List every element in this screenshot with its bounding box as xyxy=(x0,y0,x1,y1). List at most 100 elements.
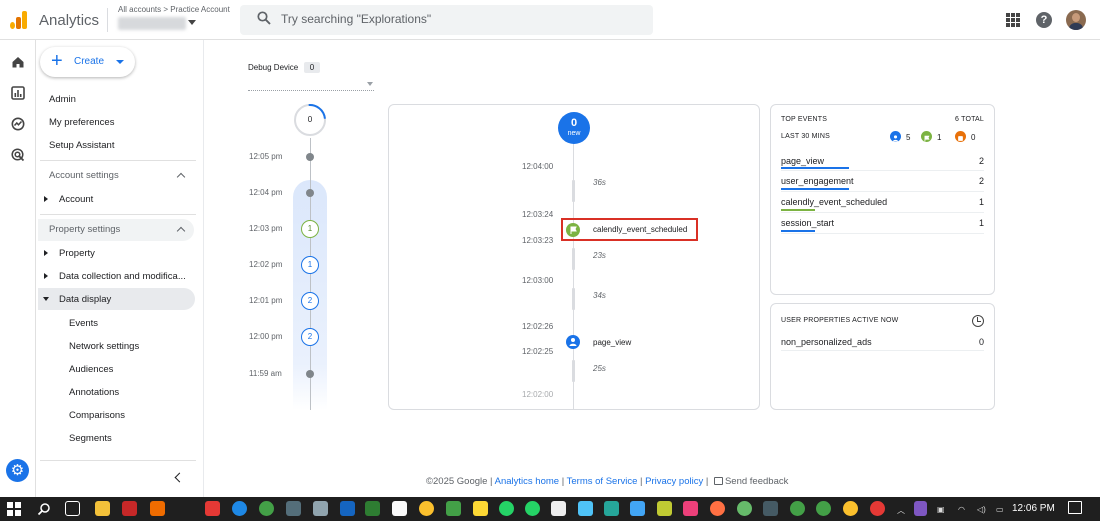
apps-grid-icon[interactable] xyxy=(1006,13,1020,27)
person-icon[interactable] xyxy=(566,335,580,349)
nav-segments[interactable]: Segments xyxy=(69,433,112,444)
nav-property[interactable]: Property xyxy=(59,248,95,259)
nav-admin[interactable]: Admin xyxy=(49,94,76,105)
feedback-icon[interactable] xyxy=(713,477,723,485)
app-icon[interactable] xyxy=(657,501,672,516)
firefox-icon[interactable] xyxy=(710,501,725,516)
chrome-icon[interactable] xyxy=(259,501,274,516)
nav-setup-assistant[interactable]: Setup Assistant xyxy=(49,140,114,151)
chrome-icon[interactable] xyxy=(870,501,885,516)
analytics-home-link[interactable]: Analytics home xyxy=(495,476,559,487)
volume-icon[interactable]: ◁) xyxy=(977,505,986,514)
minute-dot[interactable] xyxy=(306,189,314,197)
top-event-name[interactable]: page_view xyxy=(781,156,824,166)
notifications-icon[interactable] xyxy=(1068,501,1082,514)
account-breadcrumb[interactable]: All accounts > Practice Account xyxy=(118,5,230,14)
event-label[interactable]: page_view xyxy=(593,338,631,347)
nav-my-preferences[interactable]: My preferences xyxy=(49,117,114,128)
property-settings-header[interactable]: Property settings xyxy=(49,224,120,235)
minute-count-bubble[interactable]: 1 xyxy=(301,256,319,274)
app-icon[interactable] xyxy=(763,501,778,516)
chrome-icon[interactable] xyxy=(816,501,831,516)
search-input[interactable]: Try searching "Explorations" xyxy=(281,12,431,26)
app-icon[interactable] xyxy=(578,501,593,516)
expand-arrow-icon[interactable] xyxy=(44,273,48,279)
expand-arrow-icon[interactable] xyxy=(44,196,48,202)
app-icon[interactable] xyxy=(150,501,165,516)
pdf-app-icon[interactable] xyxy=(205,501,220,516)
explore-icon[interactable] xyxy=(11,117,25,131)
new-events-badge[interactable]: 0 new xyxy=(558,112,590,144)
edge-icon[interactable] xyxy=(232,501,247,516)
minute-dot[interactable] xyxy=(306,370,314,378)
chrome-icon[interactable] xyxy=(843,501,858,516)
sticky-notes-icon[interactable] xyxy=(473,501,488,516)
analytics-logo-icon[interactable] xyxy=(10,11,28,29)
dropdown-caret-icon[interactable] xyxy=(367,82,373,86)
windows-start-icon[interactable] xyxy=(7,502,21,516)
nav-data-collection[interactable]: Data collection and modifica... xyxy=(59,271,186,282)
account-picker-caret-icon[interactable] xyxy=(188,20,196,25)
avatar[interactable] xyxy=(1066,10,1086,30)
event-label[interactable]: calendly_event_scheduled xyxy=(593,225,687,234)
debug-device-select[interactable] xyxy=(248,90,374,91)
app-icon[interactable] xyxy=(630,501,645,516)
minute-dot[interactable] xyxy=(306,153,314,161)
user-property-name[interactable]: non_personalized_ads xyxy=(781,337,872,347)
app-icon[interactable] xyxy=(683,501,698,516)
app-icon[interactable] xyxy=(392,501,407,516)
admin-gear-icon[interactable]: ⚙ xyxy=(6,459,29,482)
flag-icon[interactable] xyxy=(566,223,580,237)
calculator-icon[interactable] xyxy=(313,501,328,516)
app-icon[interactable] xyxy=(446,501,461,516)
search-icon[interactable] xyxy=(257,11,271,25)
app-icon[interactable] xyxy=(604,501,619,516)
app-icon[interactable] xyxy=(286,501,301,516)
account-settings-header[interactable]: Account settings xyxy=(49,170,119,181)
battery-icon[interactable]: ▭ xyxy=(996,505,1004,514)
tray-app-icon[interactable] xyxy=(914,501,927,516)
create-caret-icon[interactable] xyxy=(116,60,124,64)
top-event-name[interactable]: user_engagement xyxy=(781,176,854,186)
excel-icon[interactable] xyxy=(365,501,380,516)
whatsapp-icon[interactable] xyxy=(525,501,540,516)
minute-count-bubble[interactable]: 2 xyxy=(301,292,319,310)
advertising-icon[interactable] xyxy=(11,148,25,162)
task-view-icon[interactable] xyxy=(65,501,80,516)
expand-arrow-icon[interactable] xyxy=(44,250,48,256)
create-label[interactable]: Create xyxy=(74,56,104,67)
tray-chevron-icon[interactable]: ︿ xyxy=(897,505,905,516)
privacy-link[interactable]: Privacy policy xyxy=(645,476,703,487)
cursor-app-icon[interactable] xyxy=(551,501,566,516)
nav-comparisons[interactable]: Comparisons xyxy=(69,410,125,421)
collapse-arrow-icon[interactable] xyxy=(43,297,49,301)
nav-events[interactable]: Events xyxy=(69,318,98,329)
minute-count-bubble[interactable]: 1 xyxy=(301,220,319,238)
terms-link[interactable]: Terms of Service xyxy=(567,476,638,487)
top-event-name[interactable]: session_start xyxy=(781,218,834,228)
nav-data-display[interactable]: Data display xyxy=(59,294,111,305)
chrome-icon[interactable] xyxy=(790,501,805,516)
search-icon[interactable] xyxy=(37,502,51,516)
whatsapp-icon[interactable] xyxy=(499,501,514,516)
history-icon[interactable] xyxy=(972,315,984,327)
nav-audiences[interactable]: Audiences xyxy=(69,364,113,375)
tray-app-icon[interactable]: ▣ xyxy=(937,505,945,514)
top-event-name[interactable]: calendly_event_scheduled xyxy=(781,197,887,207)
wifi-icon[interactable]: ◠ xyxy=(958,505,965,514)
home-icon[interactable] xyxy=(11,55,25,69)
nav-annotations[interactable]: Annotations xyxy=(69,387,119,398)
reports-icon[interactable] xyxy=(11,86,25,100)
app-icon[interactable] xyxy=(419,501,434,516)
nav-account[interactable]: Account xyxy=(59,194,93,205)
send-feedback-link[interactable]: Send feedback xyxy=(725,476,788,487)
property-name-redacted[interactable] xyxy=(118,17,186,30)
minute-count-bubble[interactable]: 2 xyxy=(301,328,319,346)
app-icon[interactable] xyxy=(122,501,137,516)
taskbar-clock[interactable]: 12:06 PM xyxy=(1012,503,1055,514)
app-icon[interactable] xyxy=(737,501,752,516)
nav-network-settings[interactable]: Network settings xyxy=(69,341,139,352)
word-icon[interactable] xyxy=(340,501,355,516)
help-icon[interactable]: ? xyxy=(1036,12,1052,28)
file-explorer-icon[interactable] xyxy=(95,501,110,516)
